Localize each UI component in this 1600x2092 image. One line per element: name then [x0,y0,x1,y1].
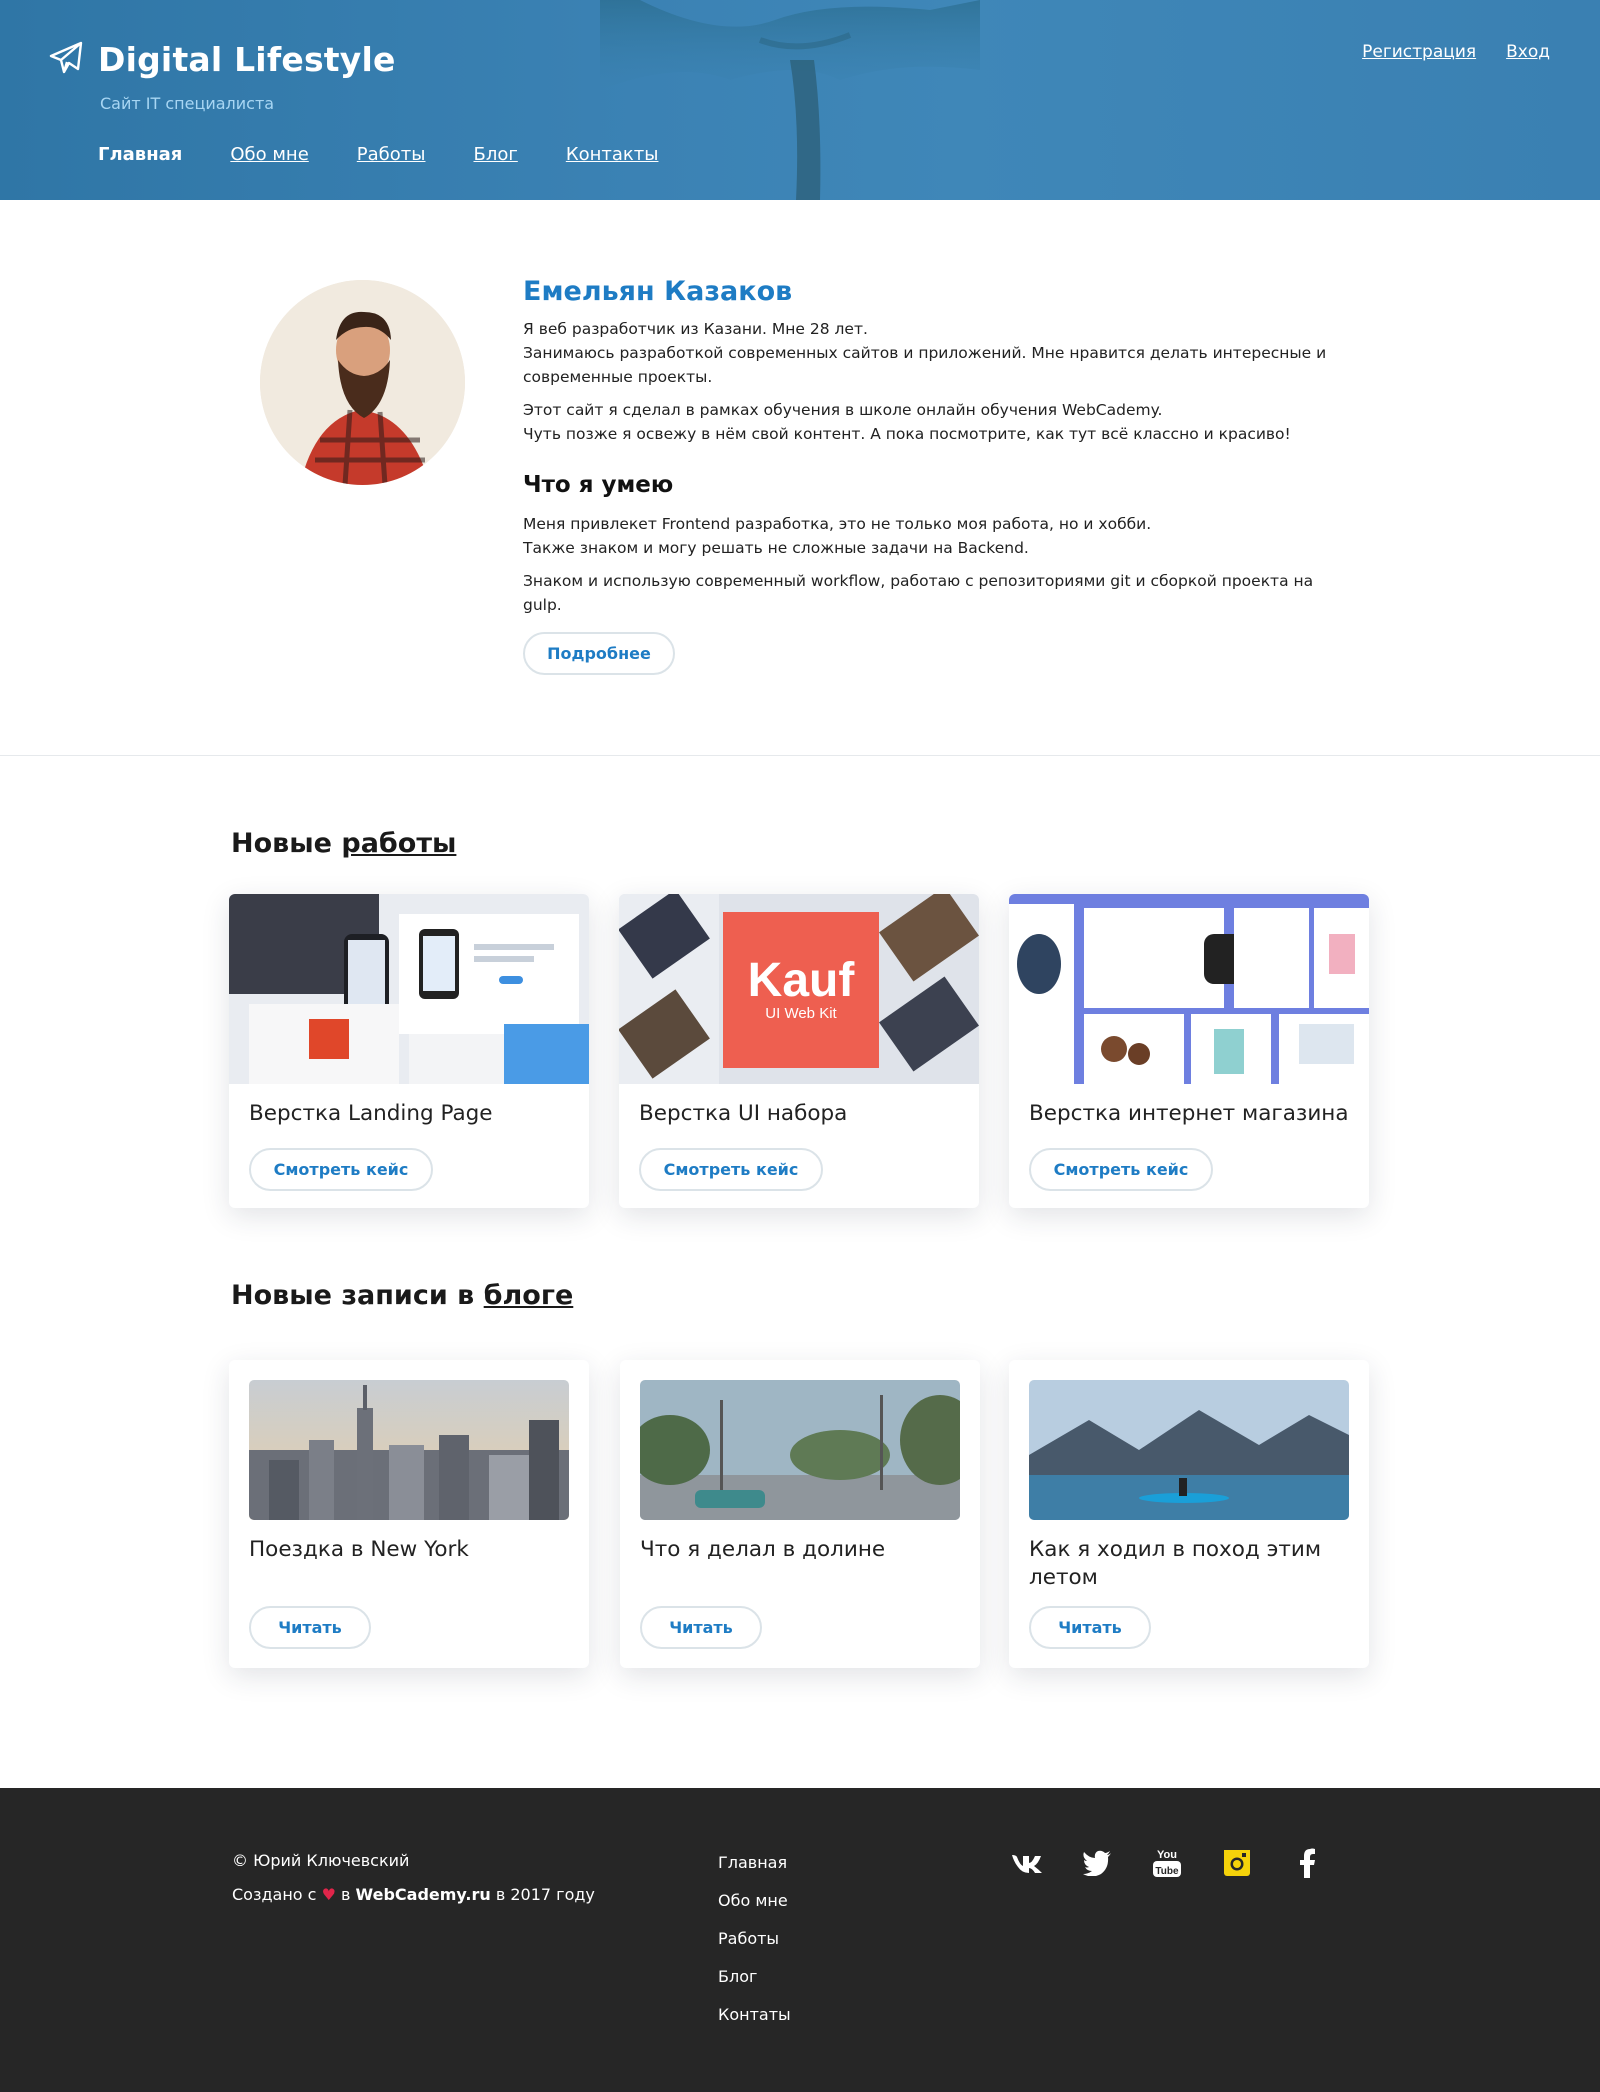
svg-text:You: You [1157,1849,1177,1861]
footer-nav-works[interactable]: Работы [718,1920,791,1958]
instagram-icon[interactable] [1220,1846,1254,1880]
work-card-title: Верстка Landing Page [249,1101,493,1126]
palm-tree-background [600,0,980,200]
footer-nav-about[interactable]: Обо мне [718,1882,791,1920]
works-section-title: Новые работы [231,828,456,859]
blog-thumbnail-hike[interactable] [1029,1380,1349,1520]
blog-card-title: Как я ходил в поход этим летом [1029,1537,1322,1590]
logo-title: Digital Lifestyle [98,40,396,79]
blog-section-title: Новые записи в блоге [231,1280,573,1311]
skills-line-2: Также знаком и могу решать не сложные за… [523,539,1029,557]
youtube-icon[interactable]: You Tube [1150,1846,1184,1880]
nav-item-works[interactable]: Работы [357,144,426,165]
logo[interactable]: Digital Lifestyle [48,40,396,79]
blog-card-title: Что я делал в долине [640,1537,886,1562]
works-title-prefix: Новые [231,828,332,859]
bio-line-4: Чуть позже я освежу в нём свой контент. … [523,425,1291,443]
footer-copyright-block: © Юрий Ключевский Создано с ♥ в WebCadem… [232,1844,595,1912]
skills-title: Что я умею [523,472,674,498]
view-case-button[interactable]: Смотреть кейс [1029,1148,1213,1191]
bio-paragraph-1: Я веб разработчик из Казани. Мне 28 лет.… [523,317,1353,389]
work-card: Верстка интернет магазина Смотреть кейс [1009,894,1369,1208]
skills-line-1: Меня привлекет Frontend разработка, это … [523,515,1152,533]
blog-card: Что я делал в долине Читать [620,1360,980,1668]
blog-title-link[interactable]: блоге [484,1280,574,1311]
nav-item-contacts[interactable]: Контакты [566,144,659,165]
auth-links: Регистрация Вход [1362,42,1550,62]
svg-text:Tube: Tube [1155,1866,1179,1877]
blog-card: Поездка в New York Читать [229,1360,589,1668]
kauf-subtitle: UI Web Kit [765,1005,837,1022]
nav-item-blog[interactable]: Блог [473,144,517,165]
blog-card: Как я ходил в поход этим летом Читать [1009,1360,1369,1668]
heart-icon: ♥ [321,1885,336,1904]
work-card: Верстка Landing Page Смотреть кейс [229,894,589,1208]
blog-title-prefix: Новые записи в [231,1280,475,1311]
footer-nav-contacts[interactable]: Контаты [718,1996,791,2034]
work-card-title: Верстка UI набора [639,1101,848,1126]
register-link[interactable]: Регистрация [1362,42,1476,62]
kauf-title: Kauf [748,954,856,1007]
footer-nav: Главная Обо мне Работы Блог Контаты [718,1844,791,2034]
bio-line-3: Этот сайт я сделал в рамках обучения в ш… [523,401,1163,419]
read-button[interactable]: Читать [1029,1606,1151,1649]
bio-line-1: Я веб разработчик из Казани. Мне 28 лет. [523,320,868,338]
works-title-link[interactable]: работы [341,828,456,859]
about-text: Емельян Казаков Я веб разработчик из Каз… [523,276,1353,626]
twitter-icon[interactable] [1080,1846,1114,1880]
bio-paragraph-2: Этот сайт я сделал в рамках обучения в ш… [523,398,1353,446]
work-card-title: Верстка интернет магазина [1029,1101,1349,1126]
webcademy-link[interactable]: WebCademy.ru [356,1885,491,1904]
site-header: Digital Lifestyle Сайт IT специалиста Ре… [0,0,1600,200]
made-suffix: в 2017 году [495,1885,595,1904]
avatar [260,280,465,485]
blog-thumbnail-valley[interactable] [640,1380,960,1520]
person-name: Емельян Казаков [523,276,793,307]
read-button[interactable]: Читать [249,1606,371,1649]
view-case-button[interactable]: Смотреть кейс [639,1148,823,1191]
made-in: в [341,1885,351,1904]
blog-card-title: Поездка в New York [249,1537,469,1562]
social-links: You Tube [1010,1846,1324,1880]
nav-item-home[interactable]: Главная [98,144,182,165]
work-card: Kauf UI Web Kit Верстка UI набора Смотре… [619,894,979,1208]
skills-paragraph-2: Знаком и использую современный workflow,… [523,572,1314,614]
nav-item-about[interactable]: Обо мне [230,144,308,165]
paper-plane-icon [48,41,84,79]
main-nav: Главная Обо мне Работы Блог Контакты [98,144,658,165]
read-button[interactable]: Читать [640,1606,762,1649]
skills-paragraph-1: Меня привлекет Frontend разработка, это … [523,512,1353,560]
login-link[interactable]: Вход [1506,42,1550,62]
copyright-text: © Юрий Ключевский [232,1851,410,1870]
work-thumbnail-shop[interactable] [1009,894,1369,1084]
footer-nav-blog[interactable]: Блог [718,1958,791,1996]
bio-line-2: Занимаюсь разработкой современных сайтов… [523,344,1327,386]
made-with-text: Создано с ♥ в WebCademy.ru в 2017 году [232,1878,595,1912]
logo-subtitle: Сайт IT специалиста [100,94,275,113]
made-prefix: Создано с [232,1885,317,1904]
about-section: Емельян Казаков Я веб разработчик из Каз… [0,200,1600,756]
blog-thumbnail-new-york[interactable] [249,1380,569,1520]
vk-icon[interactable] [1010,1846,1044,1880]
more-button[interactable]: Подробнее [523,632,675,675]
work-thumbnail-landing[interactable] [229,894,589,1084]
footer-nav-home[interactable]: Главная [718,1844,791,1882]
view-case-button[interactable]: Смотреть кейс [249,1148,433,1191]
facebook-icon[interactable] [1290,1846,1324,1880]
work-thumbnail-ui-kit[interactable]: Kauf UI Web Kit [619,894,979,1084]
site-footer: © Юрий Ключевский Создано с ♥ в WebCadem… [0,1788,1600,2092]
